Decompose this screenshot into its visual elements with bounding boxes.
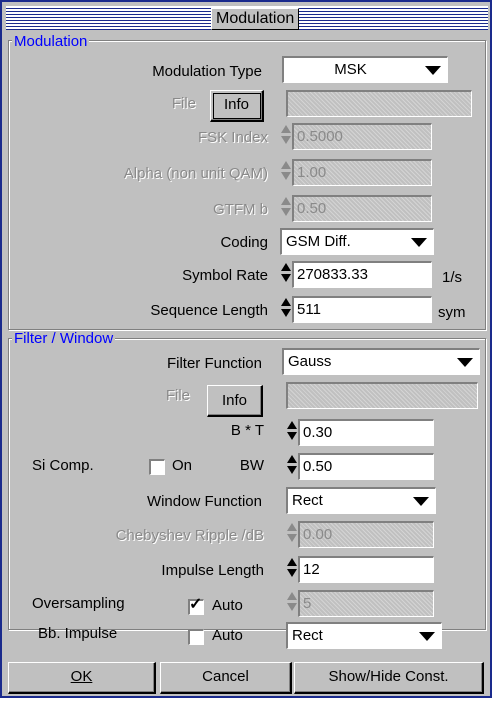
modulation-group-legend: Modulation (12, 33, 90, 50)
sequence-length-spinner[interactable] (280, 296, 292, 320)
bt-field[interactable]: 0.30 (298, 419, 434, 446)
filter-function-value: Gauss (288, 353, 332, 370)
chevron-down-icon[interactable] (405, 231, 431, 252)
coding-select[interactable]: GSM Diff. (280, 228, 434, 255)
checkmark-icon: ✓ (189, 596, 203, 613)
filter-window-group-legend: Filter / Window (12, 330, 116, 347)
ok-button[interactable]: OK (8, 662, 156, 694)
chevron-down-icon[interactable] (419, 59, 445, 80)
bb-impulse-auto-checkbox[interactable] (188, 629, 204, 645)
bw-spinner[interactable] (286, 453, 298, 477)
filter-file-field (286, 382, 478, 409)
chebyshev-ripple-label: Chebyshev Ripple /dB (115, 527, 264, 544)
fsk-index-spinner (280, 123, 292, 147)
filter-function-label: Filter Function (166, 355, 262, 372)
window-function-value: Rect (292, 492, 323, 509)
bw-label: BW (239, 457, 264, 474)
modulation-type-label: Modulation Type (152, 63, 262, 80)
modulation-file-field (286, 90, 472, 117)
alpha-spinner (280, 159, 292, 183)
oversampling-spinner (286, 590, 298, 614)
sequence-length-field[interactable]: 511 (292, 296, 432, 323)
modulation-file-label: File (171, 95, 196, 112)
window-function-label: Window Function (146, 493, 262, 510)
symbol-rate-field[interactable]: 270833.33 (292, 261, 432, 288)
title-bar[interactable]: Modulation (6, 6, 488, 30)
filter-info-button[interactable]: Info (207, 385, 263, 417)
oversampling-auto-checkbox[interactable]: ✓ (188, 596, 204, 615)
bb-impulse-value: Rect (292, 627, 323, 644)
impulse-length-spinner[interactable] (286, 556, 298, 580)
oversampling-label: Oversampling (32, 595, 125, 612)
modulation-info-button[interactable]: Info (210, 90, 264, 122)
filter-file-label: File (165, 387, 190, 404)
alpha-label: Alpha (non unit QAM) (123, 165, 268, 182)
symbol-rate-label: Symbol Rate (182, 267, 268, 284)
bb-impulse-auto-label: Auto (212, 627, 243, 644)
si-comp-on-checkbox[interactable] (149, 459, 165, 475)
sequence-length-label: Sequence Length (150, 302, 268, 319)
symbol-rate-unit: 1/s (442, 269, 463, 286)
oversampling-auto-label: Auto (212, 597, 243, 614)
gtfm-label: GTFM b (213, 201, 268, 218)
show-hide-const-button[interactable]: Show/Hide Const. (294, 662, 484, 694)
fsk-index-field: 0.5000 (292, 123, 432, 150)
chevron-down-icon[interactable] (451, 351, 477, 372)
modulation-dialog: Modulation Modulation Modulation Type MS… (0, 0, 492, 698)
filter-function-select[interactable]: Gauss (282, 348, 480, 375)
impulse-length-field[interactable]: 12 (298, 556, 434, 583)
bw-field[interactable]: 0.50 (298, 453, 434, 480)
si-comp-on-label: On (172, 457, 193, 474)
fsk-index-label: FSK Index (197, 129, 268, 146)
alpha-field: 1.00 (292, 159, 432, 186)
modulation-type-select[interactable]: MSK (282, 56, 448, 83)
coding-value: GSM Diff. (286, 233, 351, 250)
symbol-rate-spinner[interactable] (280, 261, 292, 285)
bb-impulse-select[interactable]: Rect (286, 622, 442, 649)
chebyshev-ripple-spinner (286, 521, 298, 545)
coding-label: Coding (220, 234, 268, 251)
chevron-down-icon[interactable] (407, 490, 433, 511)
chevron-down-icon[interactable] (413, 625, 439, 646)
sequence-length-unit: sym (438, 304, 466, 321)
modulation-type-value: MSK (334, 61, 367, 78)
oversampling-field: 5 (298, 590, 434, 617)
cancel-button[interactable]: Cancel (160, 662, 292, 694)
gtfm-spinner (280, 195, 292, 219)
chebyshev-ripple-field: 0.00 (298, 521, 434, 548)
bt-spinner[interactable] (286, 419, 298, 443)
bt-label: B * T (230, 422, 264, 439)
window-function-select[interactable]: Rect (286, 487, 436, 514)
bb-impulse-label: Bb. Impulse (38, 625, 118, 642)
gtfm-field: 0.50 (292, 195, 432, 222)
window-title: Modulation (211, 8, 300, 30)
impulse-length-label: Impulse Length (161, 562, 264, 579)
si-comp-label: Si Comp. (32, 457, 94, 474)
